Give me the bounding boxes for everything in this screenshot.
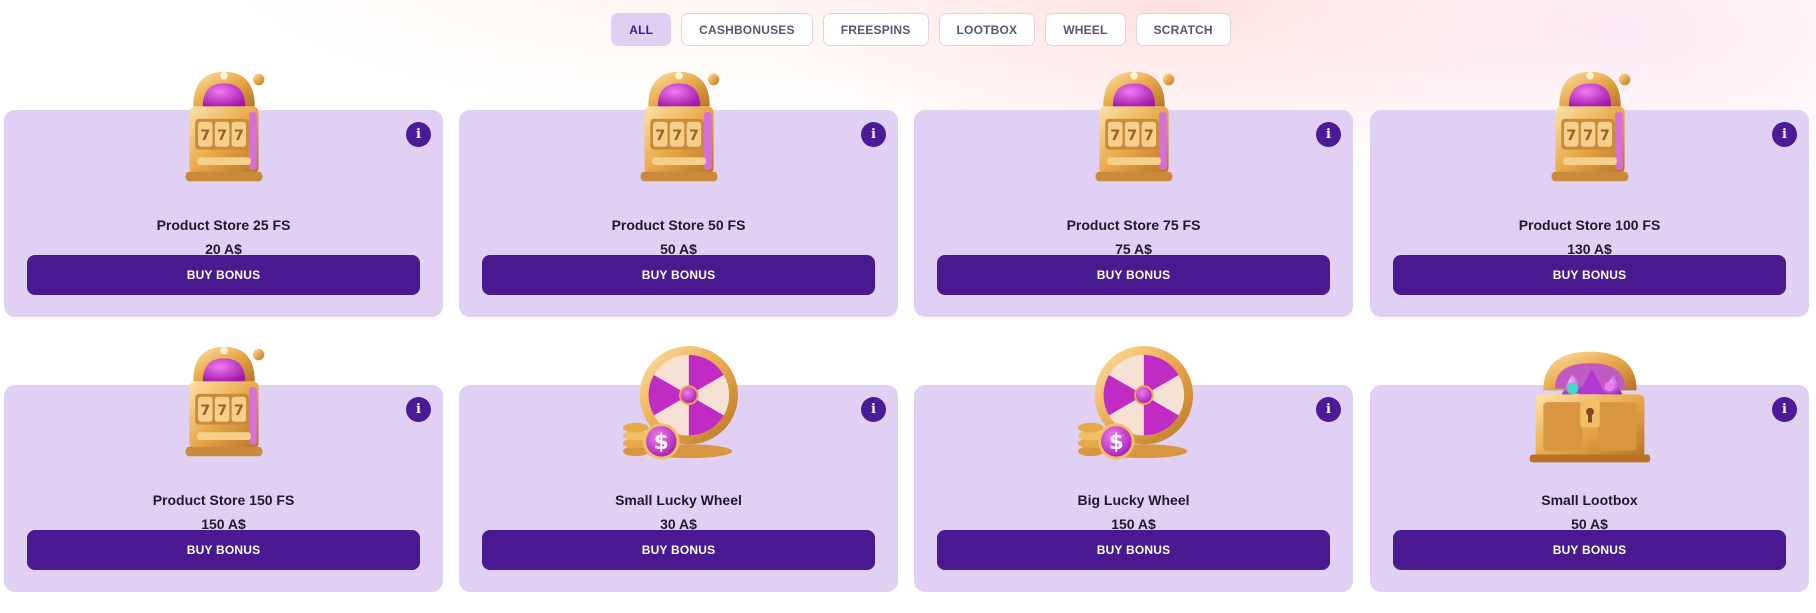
product-card: i Product Store 25 FS 20 A$ BUY BONUS xyxy=(4,110,443,317)
slot-machine-icon xyxy=(176,66,272,191)
info-icon[interactable]: i xyxy=(861,122,886,147)
buy-bonus-button[interactable]: BUY BONUS xyxy=(937,530,1330,570)
buy-bonus-button[interactable]: BUY BONUS xyxy=(27,255,420,295)
product-card: i Small Lootbox 50 A$ BUY BONUS xyxy=(1370,385,1809,592)
product-title: Small Lucky Wheel xyxy=(615,492,742,508)
slot-machine-icon xyxy=(1086,66,1182,191)
info-icon[interactable]: i xyxy=(1316,122,1341,147)
lucky-wheel-icon xyxy=(1075,341,1193,469)
filter-freespins[interactable]: FREESPINS xyxy=(822,13,929,46)
info-icon[interactable]: i xyxy=(861,397,886,422)
info-icon[interactable]: i xyxy=(1316,397,1341,422)
filter-wheel[interactable]: WHEEL xyxy=(1045,13,1126,46)
product-card: i Product Store 75 FS 75 A$ BUY BONUS xyxy=(914,110,1353,317)
buy-bonus-button[interactable]: BUY BONUS xyxy=(482,255,875,295)
buy-bonus-button[interactable]: BUY BONUS xyxy=(1393,255,1786,295)
category-filter-bar: ALL CASHBONUSES FREESPINS LOOTBOX WHEEL … xyxy=(0,13,1816,46)
info-icon[interactable]: i xyxy=(1772,397,1797,422)
product-card: i Product Store 50 FS 50 A$ BUY BONUS xyxy=(459,110,898,317)
product-card: i Small Lucky Wheel 30 A$ BUY BONUS xyxy=(459,385,898,592)
info-icon[interactable]: i xyxy=(406,397,431,422)
slot-machine-icon xyxy=(1542,66,1638,191)
filter-cashbonuses[interactable]: CASHBONUSES xyxy=(681,13,813,46)
product-title: Product Store 75 FS xyxy=(1066,217,1201,233)
product-title: Product Store 50 FS xyxy=(611,217,746,233)
buy-bonus-button[interactable]: BUY BONUS xyxy=(937,255,1330,295)
product-title: Small Lootbox xyxy=(1541,492,1638,508)
lucky-wheel-icon xyxy=(620,341,738,469)
product-title: Product Store 100 FS xyxy=(1518,217,1661,233)
product-title: Product Store 25 FS xyxy=(156,217,291,233)
filter-lootbox[interactable]: LOOTBOX xyxy=(938,13,1036,46)
info-icon[interactable]: i xyxy=(406,122,431,147)
info-icon[interactable]: i xyxy=(1772,122,1797,147)
buy-bonus-button[interactable]: BUY BONUS xyxy=(27,530,420,570)
filter-all[interactable]: ALL xyxy=(611,13,672,46)
treasure-chest-icon xyxy=(1522,341,1658,469)
product-card: i Product Store 100 FS 130 A$ BUY BONUS xyxy=(1370,110,1809,317)
product-card: i Product Store 150 FS 150 A$ BUY BONUS xyxy=(4,385,443,592)
slot-machine-icon xyxy=(631,66,727,191)
filter-scratch[interactable]: SCRATCH xyxy=(1135,13,1231,46)
product-card: i Big Lucky Wheel 150 A$ BUY BONUS xyxy=(914,385,1353,592)
product-title: Product Store 150 FS xyxy=(152,492,295,508)
slot-machine-icon xyxy=(176,341,272,466)
product-title: Big Lucky Wheel xyxy=(1077,492,1190,508)
buy-bonus-button[interactable]: BUY BONUS xyxy=(1393,530,1786,570)
buy-bonus-button[interactable]: BUY BONUS xyxy=(482,530,875,570)
